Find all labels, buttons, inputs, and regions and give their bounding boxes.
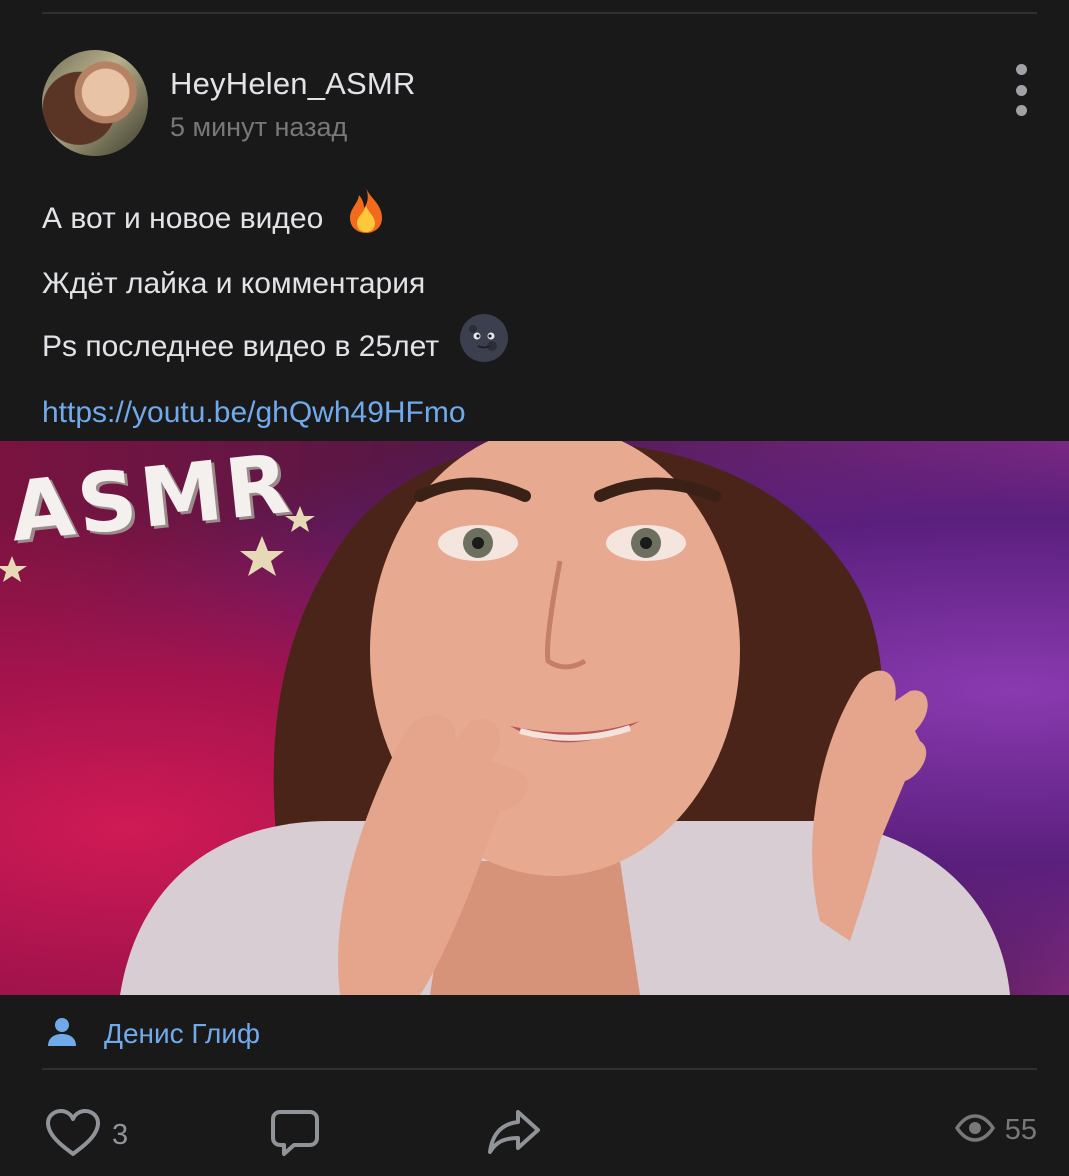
author-name[interactable]: HeyHelen_ASMR xyxy=(170,66,416,102)
signer-name[interactable]: Денис Глиф xyxy=(104,1018,260,1050)
post-line-3-text: Ps последнее видео в 25лет xyxy=(42,329,440,363)
post-line-2: Ждёт лайка и комментария xyxy=(42,267,426,300)
post-line-1-text: А вот и новое видео xyxy=(42,201,324,235)
fire-emoji-icon xyxy=(344,186,388,254)
heart-icon xyxy=(44,1108,102,1163)
post-time[interactable]: 5 минут назад xyxy=(170,112,347,143)
like-count: 3 xyxy=(112,1119,129,1151)
top-divider xyxy=(42,12,1037,14)
views-counter: 55 xyxy=(954,1114,1037,1147)
video-thumbnail[interactable]: ASMR xyxy=(0,441,1069,995)
post-header: HeyHelen_ASMR 5 минут назад xyxy=(42,50,1037,160)
more-vertical-icon[interactable] xyxy=(1005,64,1037,116)
post-actions: 3 55 xyxy=(44,1106,1037,1162)
share-icon xyxy=(486,1108,542,1161)
signer-row[interactable]: Денис Глиф xyxy=(46,1014,260,1054)
comment-button[interactable] xyxy=(270,1108,320,1163)
author-avatar[interactable] xyxy=(42,50,148,156)
comment-icon xyxy=(270,1108,320,1163)
video-link[interactable]: https://youtu.be/ghQwh49HFmo xyxy=(42,383,466,442)
new-moon-face-emoji-icon xyxy=(459,313,509,383)
like-button[interactable]: 3 xyxy=(44,1108,128,1163)
post-line-3: Ps последнее видео в 25лет xyxy=(42,313,1029,383)
user-icon xyxy=(46,1016,78,1053)
post-text: А вот и новое видео Ждёт лайка и коммент… xyxy=(42,186,1029,442)
eye-icon xyxy=(954,1114,995,1147)
bottom-divider xyxy=(42,1068,1037,1070)
share-button[interactable] xyxy=(486,1108,542,1161)
post-line-1: А вот и новое видео xyxy=(42,186,1029,254)
views-count: 55 xyxy=(1004,1114,1037,1146)
